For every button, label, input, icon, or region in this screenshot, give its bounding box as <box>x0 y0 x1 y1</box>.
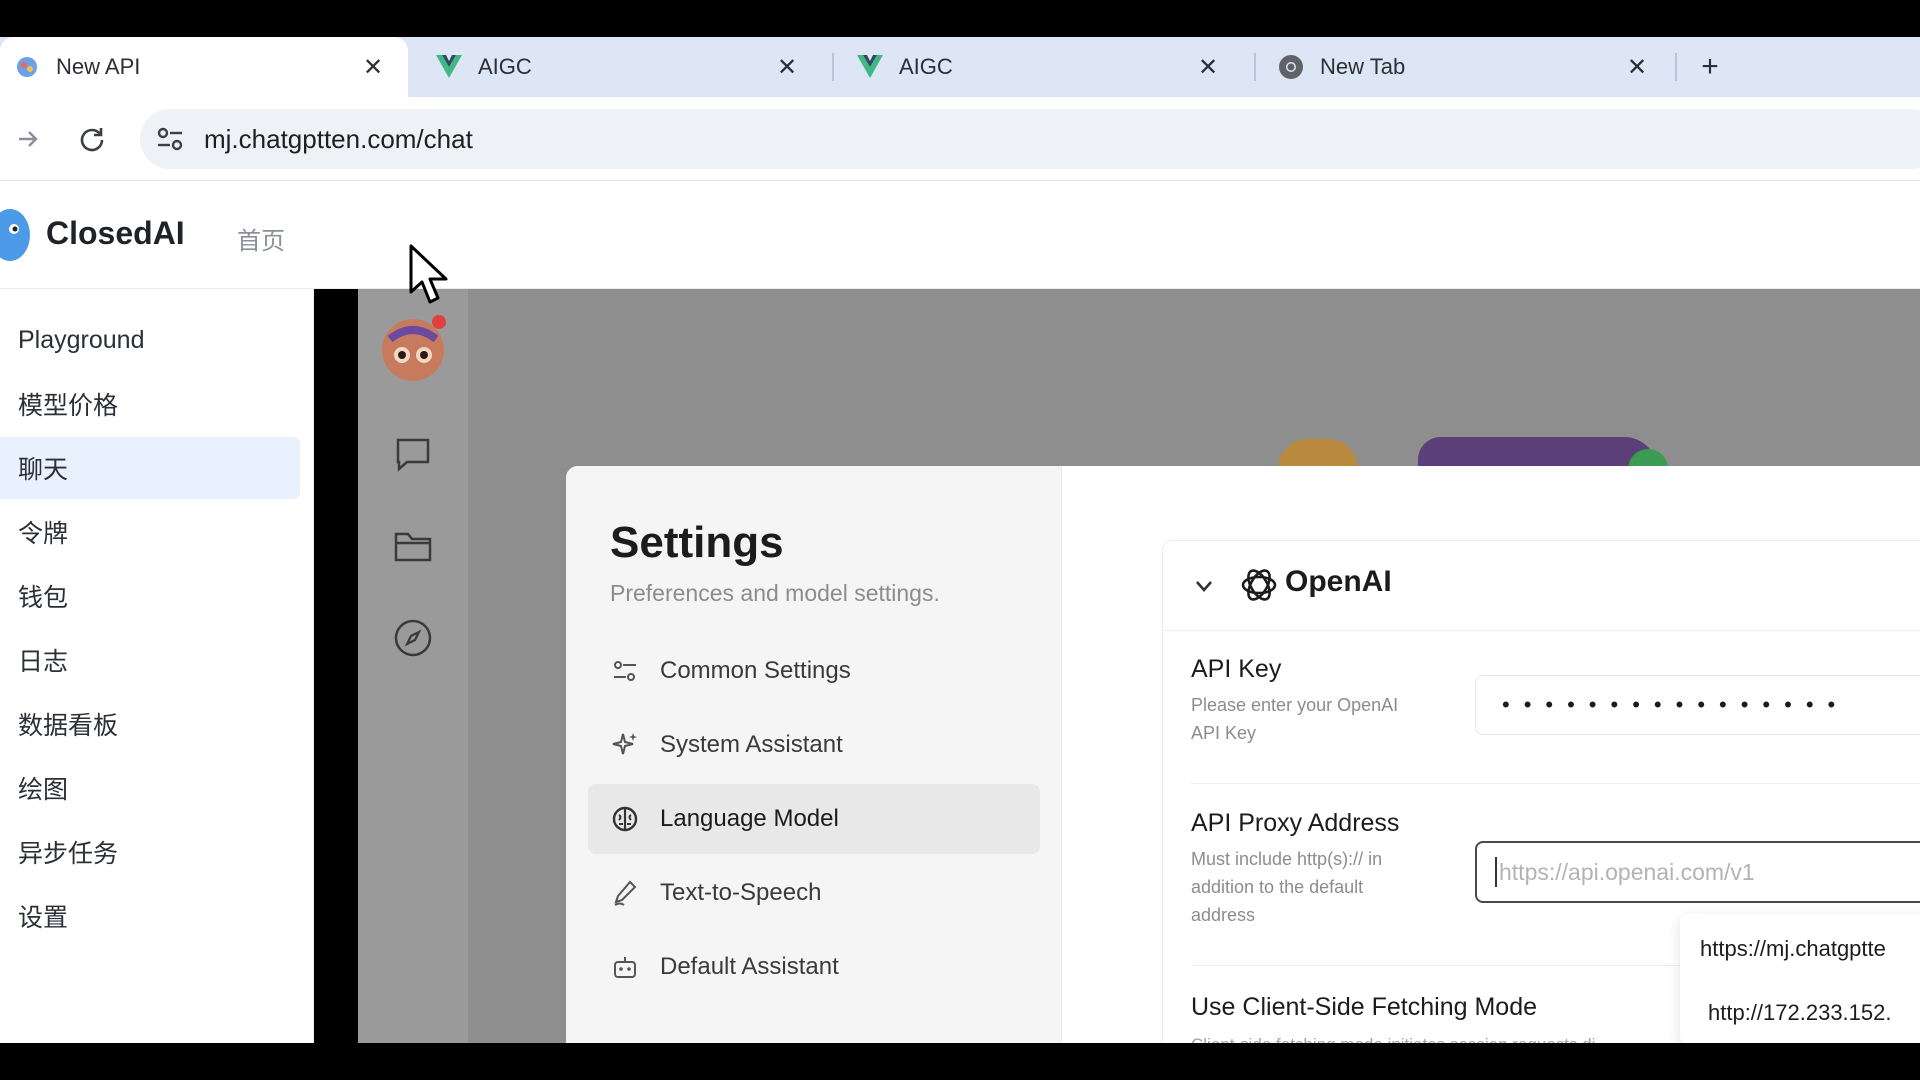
api-key-label: API Key <box>1191 655 1282 683</box>
folder-icon <box>394 532 432 562</box>
provider-header[interactable]: OpenAI <box>1163 541 1920 631</box>
vue-favicon-icon <box>436 54 462 80</box>
tab-new-api[interactable]: New API ✕ <box>0 37 408 97</box>
sidebar-item-async-tasks[interactable]: 异步任务 <box>0 821 300 883</box>
sidebar-item-logs[interactable]: 日志 <box>0 629 300 691</box>
sidebar-item-tokens[interactable]: 令牌 <box>0 501 300 563</box>
reload-icon <box>80 128 104 152</box>
sliders-icon <box>610 656 640 686</box>
bot-icon <box>610 952 640 982</box>
sidebar-item-drawing[interactable]: 绘图 <box>0 757 300 819</box>
sidebar-item-chat[interactable]: 聊天 <box>0 437 300 499</box>
tab-close-icon[interactable]: ✕ <box>772 52 802 82</box>
settings-menu-label: Text-to-Speech <box>660 879 822 906</box>
chevron-down-icon <box>1196 581 1212 592</box>
sidebar-item-wallet[interactable]: 钱包 <box>0 565 300 627</box>
chat-bubble-icon <box>396 438 430 472</box>
site-info-icon[interactable] <box>150 119 190 159</box>
brain-icon <box>610 804 640 834</box>
chat-rail-button[interactable] <box>390 431 436 477</box>
proxy-address-label: API Proxy Address <box>1191 809 1400 837</box>
tab-title: AIGC <box>899 54 953 79</box>
provider-name: OpenAI <box>1285 565 1392 598</box>
reload-button[interactable] <box>72 119 112 159</box>
closedai-logo-icon <box>0 205 32 265</box>
screen-bottom-border <box>0 1043 1920 1080</box>
sidebar-item-settings[interactable]: 设置 <box>0 885 300 947</box>
client-fetch-label: Use Client-Side Fetching Mode <box>1191 993 1537 1021</box>
suggestion-item[interactable]: https://mj.chatgptte <box>1700 936 1886 962</box>
tab-close-icon[interactable]: ✕ <box>1193 52 1223 82</box>
proxy-address-input[interactable]: https://api.openai.com/v1 <box>1475 841 1920 903</box>
sidebar-item-playground[interactable]: Playground <box>0 309 300 371</box>
tab-title: New API <box>56 54 141 79</box>
browser-tab-strip: New API ✕ AIGC ✕ AIGC ✕ New Tab ✕ + <box>0 37 1920 97</box>
vue-favicon-icon <box>857 54 883 80</box>
chat-side-rail <box>358 289 468 1043</box>
settings-menu-label: Default Assistant <box>660 953 839 980</box>
settings-subtitle: Preferences and model settings. <box>610 580 940 606</box>
settings-menu-default-assistant[interactable]: Default Assistant <box>588 932 1040 1002</box>
settings-menu-common[interactable]: Common Settings <box>588 636 1040 706</box>
proxy-address-description: Must include http(s):// in addition to t… <box>1191 849 1383 925</box>
sidebar: Playground 模型价格 聊天 令牌 钱包 日志 数据看板 绘图 异步任务… <box>0 289 314 1043</box>
api-key-description: Please enter your OpenAI API Key <box>1191 695 1399 743</box>
tab-separator <box>1675 53 1677 81</box>
new-tab-button[interactable]: + <box>1692 49 1728 85</box>
settings-nav: Settings Preferences and model settings.… <box>566 466 1062 1043</box>
user-avatar[interactable] <box>382 315 446 381</box>
field-divider <box>1191 783 1920 784</box>
settings-menu-label: Common Settings <box>660 657 851 684</box>
sidebar-item-model-pricing[interactable]: 模型价格 <box>0 373 300 435</box>
tab-aigc-2[interactable]: AIGC ✕ <box>843 37 1243 97</box>
proxy-address-placeholder: https://api.openai.com/v1 <box>1499 858 1755 885</box>
avatar-face-icon <box>387 326 439 363</box>
compass-icon <box>394 619 432 657</box>
notification-dot <box>432 315 446 329</box>
tab-title: New Tab <box>1320 54 1406 79</box>
brand-name: ClosedAI <box>46 215 185 251</box>
app-header: ClosedAI 首页 <box>0 181 1920 289</box>
arrow-right-icon <box>19 131 38 147</box>
client-fetch-description: Client-side fetching mode initiates sess… <box>1191 1035 1595 1043</box>
settings-menu-label: System Assistant <box>660 731 843 758</box>
settings-menu-system-assistant[interactable]: System Assistant <box>588 710 1040 780</box>
forward-button[interactable] <box>8 119 48 159</box>
new-api-favicon-icon <box>14 54 40 80</box>
address-bar[interactable]: mj.chatgptten.com/chat <box>140 109 1920 169</box>
tab-aigc-1[interactable]: AIGC ✕ <box>422 37 822 97</box>
files-rail-button[interactable] <box>390 523 436 569</box>
text-caret <box>1495 857 1497 887</box>
chrome-favicon-icon <box>1278 54 1304 80</box>
discover-rail-button[interactable] <box>390 615 436 661</box>
home-link[interactable]: 首页 <box>237 221 285 256</box>
tab-close-icon[interactable]: ✕ <box>358 52 388 82</box>
background-art-shape <box>1278 439 1358 469</box>
settings-modal: Settings Preferences and model settings.… <box>566 466 1920 1043</box>
openai-logo-icon <box>1241 569 1277 601</box>
api-key-input[interactable]: •••••••••••••••• <box>1475 675 1920 735</box>
url-text: mj.chatgptten.com/chat <box>204 123 473 154</box>
tab-new-tab[interactable]: New Tab ✕ <box>1264 37 1672 97</box>
tab-close-icon[interactable]: ✕ <box>1622 52 1652 82</box>
browser-toolbar: mj.chatgptten.com/chat <box>0 97 1920 181</box>
tab-title: AIGC <box>478 54 532 79</box>
tab-separator <box>832 53 834 81</box>
sparkles-icon <box>610 730 640 760</box>
settings-title: Settings <box>610 518 784 567</box>
screen-top-border <box>0 0 1920 37</box>
settings-menu-language-model[interactable]: Language Model <box>588 784 1040 854</box>
settings-menu-tts[interactable]: Text-to-Speech <box>588 858 1040 928</box>
tab-separator <box>1254 53 1256 81</box>
mouse-cursor-icon <box>409 244 448 304</box>
proxy-suggestions-dropdown: https://mj.chatgptte http://172.233.152. <box>1680 914 1920 1043</box>
pen-icon <box>610 878 640 908</box>
suggestion-item[interactable]: http://172.233.152. <box>1708 1000 1892 1026</box>
settings-menu-label: Language Model <box>660 805 839 832</box>
sidebar-item-dashboard[interactable]: 数据看板 <box>0 693 300 755</box>
